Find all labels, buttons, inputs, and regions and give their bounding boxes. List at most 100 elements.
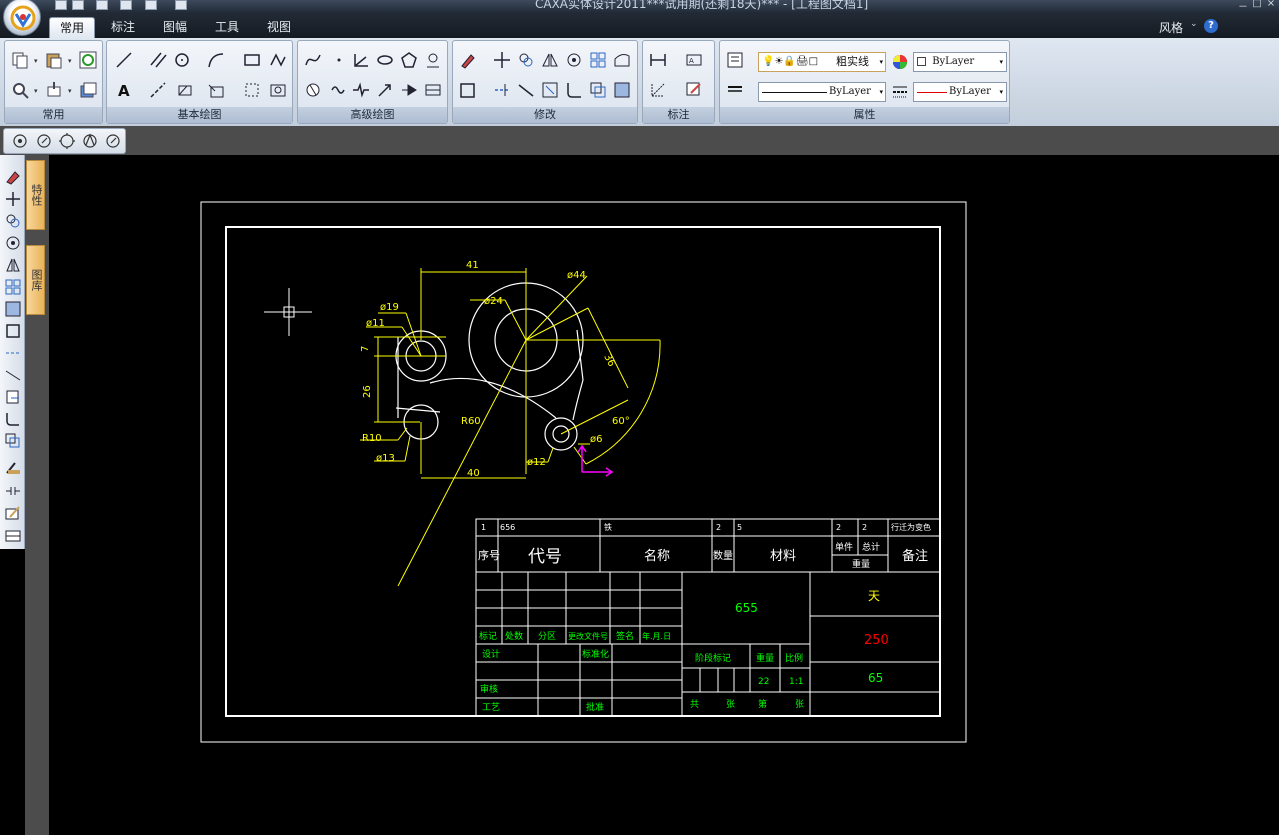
block-insert-icon[interactable] — [205, 79, 227, 101]
refresh-icon[interactable] — [77, 49, 99, 71]
help-icon[interactable]: ? — [1204, 19, 1218, 33]
tab-library-panel[interactable]: 图库 — [26, 245, 45, 315]
chamfer-icon[interactable] — [515, 79, 537, 101]
drawing-canvas[interactable]: 41 ø44 ø24 ø19 ø11 7 26 36 R60 R10 ø13 4… — [49, 155, 1279, 835]
mirror-icon[interactable] — [3, 255, 22, 274]
erase-icon[interactable] — [3, 167, 22, 186]
copy-icon[interactable] — [9, 49, 31, 71]
table-edit-icon[interactable] — [3, 525, 22, 544]
zoom-icon[interactable] — [9, 79, 31, 101]
trim-icon[interactable] — [3, 321, 22, 340]
array-icon[interactable] — [587, 49, 609, 71]
chevron-down-icon[interactable]: ⌄ — [1190, 19, 1198, 29]
line-icon[interactable] — [113, 49, 135, 71]
centerhole-icon[interactable] — [422, 49, 444, 71]
tab-view[interactable]: 视图 — [256, 17, 302, 38]
stretch-icon[interactable] — [611, 49, 633, 71]
style-menu[interactable]: 风格 — [1159, 19, 1183, 36]
match-properties-icon[interactable] — [43, 79, 65, 101]
rectangle-icon[interactable] — [241, 49, 263, 71]
polyline-icon[interactable] — [267, 49, 289, 71]
lineweight-icon[interactable] — [889, 81, 911, 103]
extend-icon[interactable] — [491, 79, 513, 101]
restore-button[interactable]: □ — [1250, 0, 1264, 9]
break-icon[interactable] — [3, 481, 22, 500]
circle-icon[interactable] — [171, 49, 193, 71]
linetype-icon[interactable] — [724, 79, 746, 101]
scale-icon[interactable] — [3, 299, 22, 318]
erase-icon[interactable] — [457, 49, 479, 71]
linetype-select[interactable]: ByLayer ▾ — [758, 82, 886, 102]
save-icon[interactable] — [96, 0, 108, 10]
array-icon[interactable] — [3, 277, 22, 296]
paste-icon[interactable] — [43, 49, 65, 71]
layer-manager-icon[interactable] — [724, 49, 746, 71]
chevron-down-icon[interactable]: ▾ — [34, 87, 38, 95]
coordinate-dimension-icon[interactable] — [647, 79, 669, 101]
parallel-line-icon[interactable] — [147, 49, 169, 71]
hatch-icon[interactable] — [175, 79, 197, 101]
undo-icon[interactable] — [145, 0, 157, 10]
chevron-down-icon[interactable]: ▾ — [68, 57, 72, 65]
copy-objects-icon[interactable] — [3, 211, 22, 230]
angle-line-icon[interactable] — [350, 49, 372, 71]
linear-dimension-icon[interactable] — [647, 49, 669, 71]
group-label: 常用 — [5, 107, 102, 123]
print-icon[interactable] — [120, 0, 132, 10]
fillet-icon[interactable] — [3, 409, 22, 428]
lineweight-select[interactable]: ByLayer ▾ — [913, 82, 1007, 102]
copy-objects-icon[interactable] — [515, 49, 537, 71]
ellipse-icon[interactable] — [374, 49, 396, 71]
text-dimension-icon[interactable]: A — [683, 49, 705, 71]
arc-icon[interactable] — [205, 49, 227, 71]
text-icon[interactable]: A — [113, 79, 135, 101]
equation-curve-icon[interactable] — [302, 79, 324, 101]
arrow-icon[interactable] — [374, 79, 396, 101]
polygon-icon[interactable] — [398, 49, 420, 71]
tab-annotation[interactable]: 标注 — [100, 17, 146, 38]
leader-icon[interactable] — [683, 79, 705, 101]
tab-sheet[interactable]: 图幅 — [152, 17, 198, 38]
move-icon[interactable] — [3, 189, 22, 208]
minimize-button[interactable]: － — [1236, 0, 1250, 13]
explode-icon[interactable] — [611, 79, 633, 101]
tab-common[interactable]: 常用 — [49, 17, 95, 38]
redo-icon[interactable] — [175, 0, 187, 10]
offset-icon[interactable] — [3, 431, 22, 450]
offset-icon[interactable] — [587, 79, 609, 101]
break-line-icon[interactable] — [350, 79, 372, 101]
wave-icon[interactable] — [328, 79, 350, 101]
point-icon[interactable] — [328, 49, 350, 71]
extend-icon[interactable] — [3, 343, 22, 362]
tab-tools[interactable]: 工具 — [204, 17, 250, 38]
fillet-icon[interactable] — [563, 79, 585, 101]
app-menu-button[interactable] — [3, 0, 41, 36]
boundary-icon[interactable] — [241, 79, 263, 101]
stretch-icon[interactable] — [3, 387, 22, 406]
move-icon[interactable] — [491, 49, 513, 71]
chevron-down-icon[interactable]: ▾ — [68, 87, 72, 95]
layer-select[interactable]: 💡☀🔒🖨□ 粗实线 ▾ — [758, 52, 886, 72]
spline-icon[interactable] — [302, 49, 324, 71]
color-select[interactable]: ByLayer ▾ — [913, 52, 1007, 72]
table-icon[interactable] — [422, 79, 444, 101]
new-file-icon[interactable] — [55, 0, 67, 10]
solid-fill-icon[interactable] — [398, 79, 420, 101]
trim-icon[interactable] — [457, 79, 479, 101]
image-icon[interactable] — [267, 79, 289, 101]
chevron-down-icon[interactable]: ▾ — [34, 57, 38, 65]
open-file-icon[interactable] — [72, 0, 84, 10]
mirror-icon[interactable] — [539, 49, 561, 71]
match-properties-icon[interactable] — [3, 457, 22, 476]
scale-icon[interactable] — [539, 79, 561, 101]
edit-properties-icon[interactable] — [3, 503, 22, 522]
layer-icon[interactable] — [77, 79, 99, 101]
color-wheel-icon[interactable] — [889, 51, 911, 73]
rotate-icon[interactable] — [3, 233, 22, 252]
tab-properties-panel[interactable]: 特性 — [26, 160, 45, 230]
close-button[interactable]: × — [1264, 0, 1278, 9]
dim-d13: ø13 — [376, 453, 395, 464]
chamfer-icon[interactable] — [3, 365, 22, 384]
centerline-icon[interactable] — [147, 79, 169, 101]
rotate-icon[interactable] — [563, 49, 585, 71]
